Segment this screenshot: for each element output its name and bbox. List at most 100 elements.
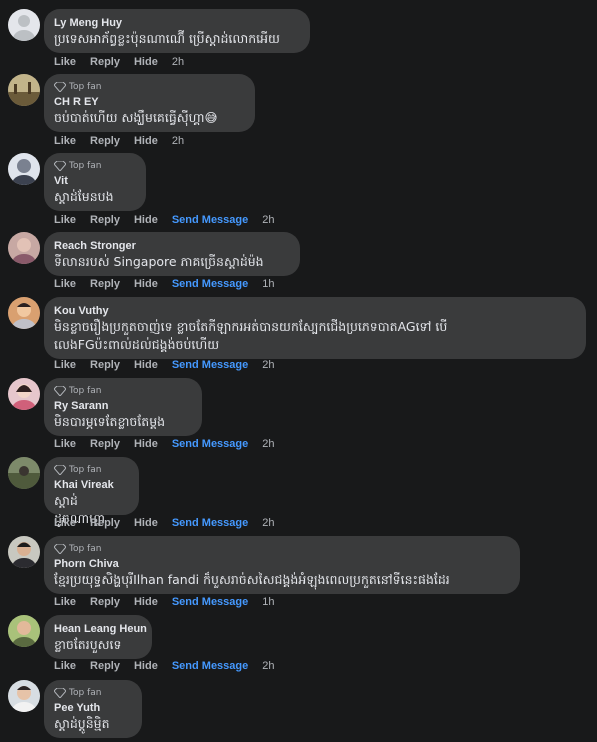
timestamp[interactable]: 2h [262,660,274,672]
reply-button[interactable]: Reply [90,359,120,371]
reply-button[interactable]: Reply [90,596,120,608]
comment-bubble: Hean Leang Heun ខ្លាចតែរបួសទេ [44,615,152,659]
timestamp[interactable]: 2h [172,56,184,68]
top-fan-badge: Top fan [54,464,127,476]
commenter-name[interactable]: Reach Stronger [54,239,288,253]
reply-button[interactable]: Reply [90,278,120,290]
comment-bubble: Ly Meng Huy ប្រទេសអាភ័ព្វខ្លះប៉ុនណាណ៊ើ ប… [44,9,310,53]
reply-button[interactable]: Reply [90,660,120,672]
commenter-name[interactable]: Ly Meng Huy [54,16,298,30]
top-fan-badge: Top fan [54,81,243,93]
diamond-icon [54,386,66,396]
send-message-button[interactable]: Send Message [172,214,248,226]
hide-button[interactable]: Hide [134,214,158,226]
landscape-avatar-icon[interactable] [8,74,40,106]
comment-text: ខ្លាចតែរបួសទេ [54,637,122,652]
comment-actions: Like Reply Hide Send Message 1h [54,596,275,608]
comment-text: ស្តាដ់ប្តូនិម្មិត [54,716,110,731]
comment-bubble: Kou Vuthy មិនខ្លាចរឿងប្រកួតចាញ់ទេ ខ្លាចត… [44,297,586,359]
like-button[interactable]: Like [54,135,76,147]
comment-actions: Like Reply Hide Send Message 2h [54,438,275,450]
person-avatar-icon[interactable] [8,615,40,647]
commenter-name[interactable]: Phorn Chiva [54,557,508,571]
diamond-icon [54,161,66,171]
like-button[interactable]: Like [54,438,76,450]
reply-button[interactable]: Reply [90,438,120,450]
commenter-name[interactable]: Khai Vireak [54,478,127,492]
hide-button[interactable]: Hide [134,359,158,371]
top-fan-badge: Top fan [54,543,508,555]
send-message-button[interactable]: Send Message [172,438,248,450]
top-fan-badge: Top fan [54,385,190,397]
comment-text: ខ្មែរប្រយុទ្ធសិង្ហបុរីIlhan fandi ក៏បួសរ… [54,572,450,587]
comment-bubble: Top fan Phorn Chiva ខ្មែរប្រយុទ្ធសិង្ហបុ… [44,536,520,594]
comment-bubble: Top fan Vit ស្តាដ់មែនបង [44,153,146,211]
like-button[interactable]: Like [54,596,76,608]
comment-bubble: Reach Stronger ទីលានរបស់ Singapore ភាគច្… [44,232,300,276]
hide-button[interactable]: Hide [134,517,158,529]
like-button[interactable]: Like [54,56,76,68]
timestamp[interactable]: 2h [172,135,184,147]
reply-button[interactable]: Reply [90,135,120,147]
comment-bubble: Top fan Ry Sarann មិនបារម្ភទេតែខ្លាចតែម្… [44,378,202,436]
comment-bubble: Top fan Khai Vireak ស្តាដ់ដូចណាហ្កា [44,457,139,526]
send-message-button[interactable]: Send Message [172,660,248,672]
reply-button[interactable]: Reply [90,56,120,68]
comment-actions: Like Reply Hide Send Message 2h [54,214,275,226]
diamond-icon [54,688,66,698]
comment-actions: Like Reply Hide Send Message 2h [54,517,275,529]
hide-button[interactable]: Hide [134,596,158,608]
send-message-button[interactable]: Send Message [172,359,248,371]
person-avatar-icon[interactable] [8,378,40,410]
like-button[interactable]: Like [54,214,76,226]
timestamp[interactable]: 2h [262,359,274,371]
timestamp[interactable]: 1h [262,278,274,290]
diamond-icon [54,544,66,554]
commenter-name[interactable]: Ry Sarann [54,399,190,413]
comment-text: ចប់បាត់ហើយ សង្ឃឹមគេធ្វើស៊ីហ្គា😅 [54,110,218,125]
person-avatar-icon[interactable] [8,680,40,712]
comment-actions: Like Reply Hide Send Message 2h [54,660,275,672]
commenter-name[interactable]: Vit [54,174,134,188]
timestamp[interactable]: 2h [262,214,274,226]
like-button[interactable]: Like [54,278,76,290]
person-avatar-icon[interactable] [8,536,40,568]
timestamp[interactable]: 1h [262,596,274,608]
person-avatar-icon[interactable] [8,297,40,329]
commenter-name[interactable]: Pee Yuth [54,701,130,715]
reply-button[interactable]: Reply [90,517,120,529]
comment-text: ទីលានរបស់ Singapore ភាគច្រើនស្តាដ់ម៉ង [54,254,264,269]
hide-button[interactable]: Hide [134,278,158,290]
hide-button[interactable]: Hide [134,438,158,450]
comment-actions: Like Reply Hide Send Message 1h [54,278,275,290]
commenter-name[interactable]: Kou Vuthy [54,304,574,318]
commenter-name[interactable]: CH R EY [54,95,243,109]
comment-text: មិនបារម្ភទេតែខ្លាចតែម្តង [54,414,166,429]
top-fan-badge: Top fan [54,160,134,172]
like-button[interactable]: Like [54,660,76,672]
like-button[interactable]: Like [54,517,76,529]
hide-button[interactable]: Hide [134,660,158,672]
comment-bubble: Top fan CH R EY ចប់បាត់ហើយ សង្ឃឹមគេធ្វើស… [44,74,255,132]
send-message-button[interactable]: Send Message [172,517,248,529]
default-avatar-icon[interactable] [8,9,40,41]
diamond-icon [54,465,66,475]
timestamp[interactable]: 2h [262,438,274,450]
person-avatar-icon[interactable] [8,232,40,264]
hide-button[interactable]: Hide [134,135,158,147]
reply-button[interactable]: Reply [90,214,120,226]
diamond-icon [54,82,66,92]
timestamp[interactable]: 2h [262,517,274,529]
hide-button[interactable]: Hide [134,56,158,68]
top-fan-badge: Top fan [54,687,130,699]
send-message-button[interactable]: Send Message [172,596,248,608]
comment-text: ប្រទេសអាភ័ព្វខ្លះប៉ុនណាណ៊ើ ប្រើស្តាដ់លោក… [54,31,280,46]
like-button[interactable]: Like [54,359,76,371]
send-message-button[interactable]: Send Message [172,278,248,290]
person-avatar-icon[interactable] [8,153,40,185]
comment-actions: Like Reply Hide Send Message 2h [54,359,275,371]
comment-actions: Like Reply Hide 2h [54,56,184,68]
landscape-avatar-icon[interactable] [8,457,40,489]
comment-text: មិនខ្លាចរឿងប្រកួតចាញ់ទេ ខ្លាចតែកីឡាករអត់… [54,319,448,352]
commenter-name[interactable]: Hean Leang Heun [54,622,147,636]
